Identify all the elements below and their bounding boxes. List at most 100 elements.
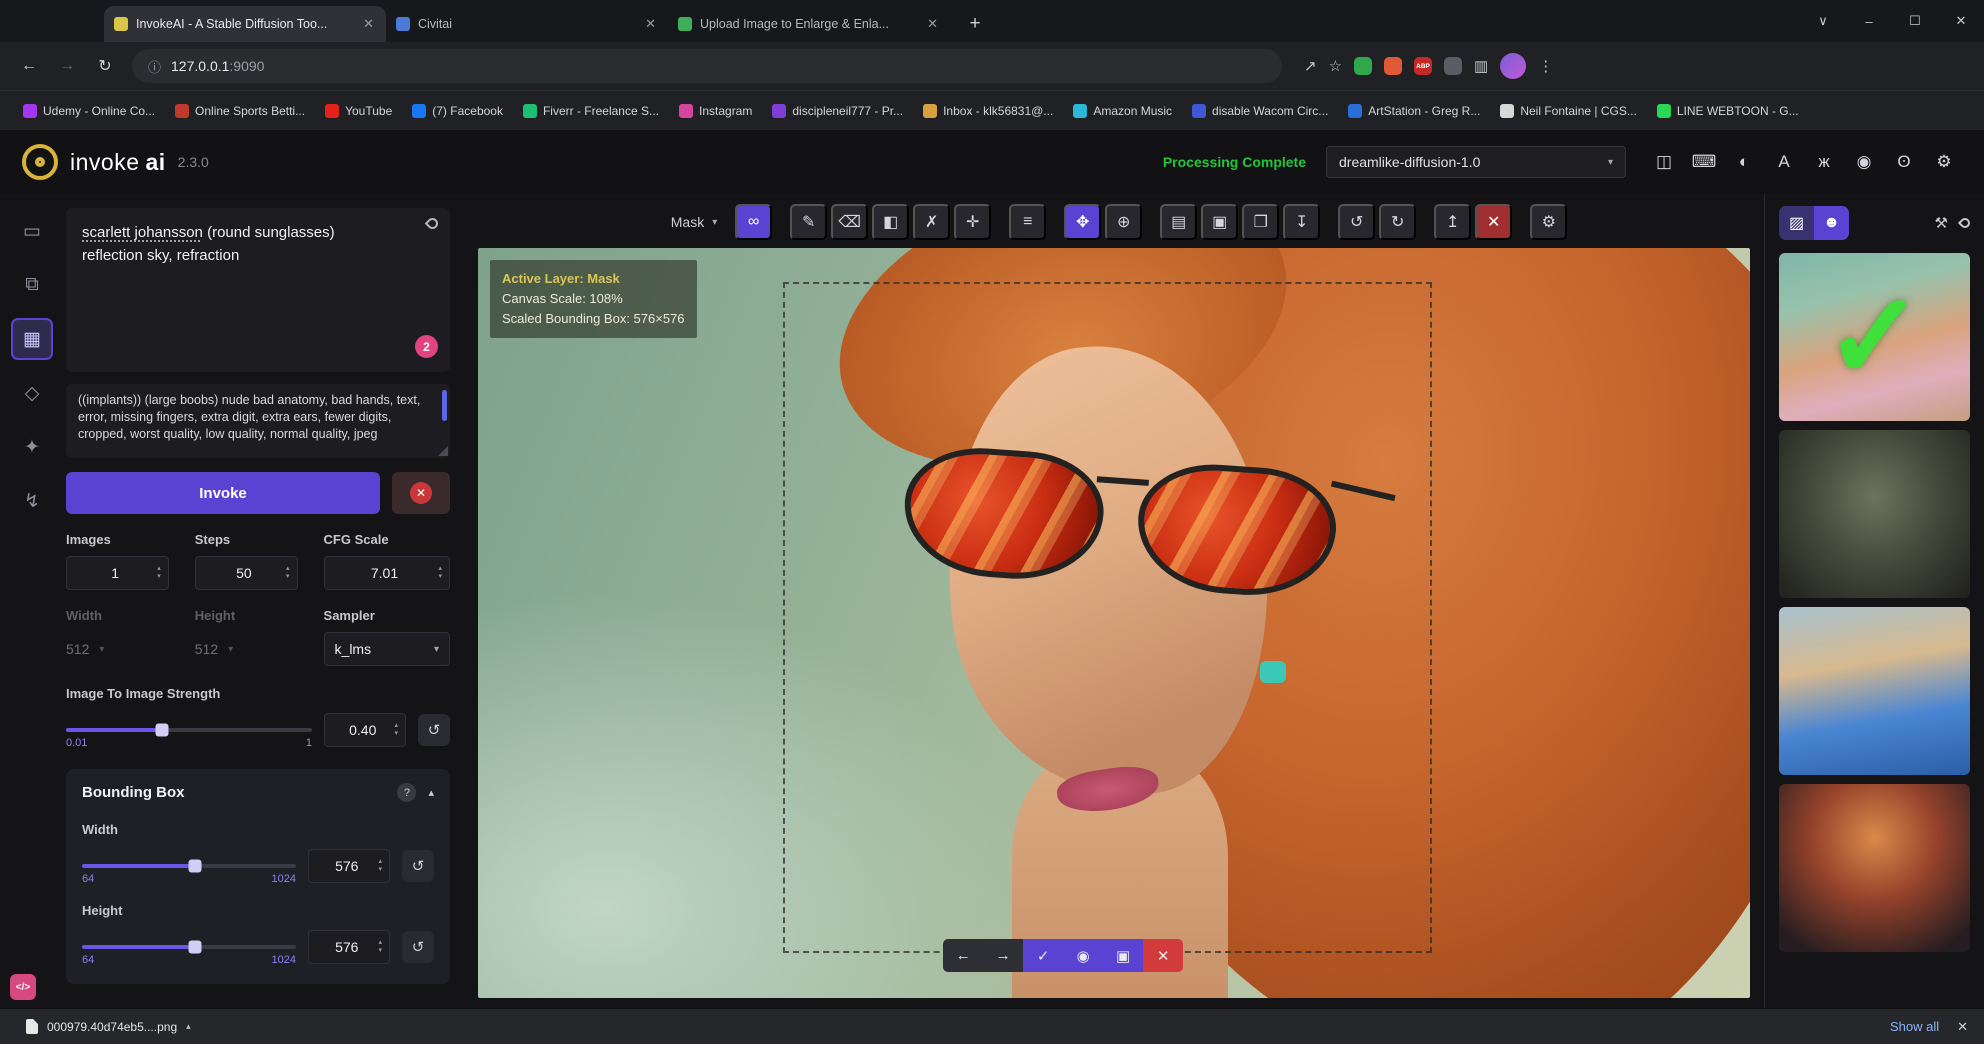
bookmark-fiverr[interactable]: Fiverr - Freelance S... — [514, 100, 668, 122]
model-manager-icon[interactable]: ◫ — [1646, 144, 1682, 180]
copy-to-clipboard-button[interactable]: ❐ — [1242, 204, 1279, 240]
stepper-arrows-icon[interactable]: ▴▾ — [286, 565, 290, 582]
bookmark-wacom[interactable]: disable Wacom Circ... — [1183, 100, 1337, 122]
gallery-thumbnail-1[interactable]: ✓ — [1779, 253, 1970, 421]
bookmark-disciple[interactable]: discipleneil777 - Pr... — [763, 100, 912, 122]
move-tool-button[interactable]: ✥ — [1064, 204, 1101, 240]
browser-tab-invokeai[interactable]: InvokeAI - A Stable Diffusion Too... ✕ — [104, 6, 386, 42]
accept-image-button[interactable]: ✓ — [1023, 939, 1063, 972]
collapse-chevron-icon[interactable]: ▴ — [428, 786, 434, 799]
bookmark-sports-betting[interactable]: Online Sports Betti... — [166, 100, 314, 122]
bookmark-facebook[interactable]: (7) Facebook — [403, 100, 512, 122]
cfg-scale-stepper[interactable]: 7.01 ▴▾ — [324, 556, 450, 590]
brush-tool-button[interactable]: ✎ — [790, 204, 827, 240]
browser-tab-upload-image[interactable]: Upload Image to Enlarge & Enla... ✕ — [668, 6, 950, 42]
tab-close-icon[interactable]: ✕ — [925, 16, 940, 32]
tab-post-processing[interactable]: ✦ — [11, 426, 53, 468]
redo-button[interactable]: ↻ — [1379, 204, 1416, 240]
clear-canvas-button[interactable]: ✕ — [1475, 204, 1512, 240]
extension-icon-orange[interactable] — [1384, 57, 1402, 75]
bookmark-webtoon[interactable]: LINE WEBTOON - G... — [1648, 100, 1808, 122]
localization-icon[interactable]: A — [1766, 144, 1802, 180]
bbox-height-slider[interactable]: 64 1024 — [82, 945, 296, 949]
console-toggle-button[interactable]: </> — [10, 974, 36, 1000]
minimize-button[interactable]: – — [1846, 0, 1892, 42]
download-image-button[interactable]: ↧ — [1283, 204, 1320, 240]
download-item[interactable]: 000979.40d74eb5....png ▴ — [16, 1015, 201, 1038]
report-bug-icon[interactable]: ж — [1806, 144, 1842, 180]
stepper-arrows-icon[interactable]: ▴▾ — [157, 565, 161, 582]
bbox-width-stepper[interactable]: 576 ▴▾ — [308, 849, 390, 883]
theme-icon[interactable]: ◐ — [1726, 144, 1762, 180]
extensions-puzzle-icon[interactable] — [1444, 57, 1462, 75]
extension-icon-green[interactable] — [1354, 57, 1372, 75]
tab-unified-canvas[interactable]: ▦ — [11, 318, 53, 360]
bookmark-artstation[interactable]: ArtStation - Greg R... — [1339, 100, 1489, 122]
bookmark-udemy[interactable]: Udemy - Online Co... — [14, 100, 164, 122]
share-icon[interactable]: ↗ — [1304, 57, 1317, 75]
upload-image-button[interactable]: ↥ — [1434, 204, 1471, 240]
i2i-strength-slider[interactable]: 0.01 1 — [66, 728, 312, 732]
show-all-downloads-link[interactable]: Show all — [1890, 1019, 1939, 1034]
tab-text-to-image[interactable]: ▭ — [11, 210, 53, 252]
prompt-input[interactable]: scarlett johansson (round sunglasses) re… — [66, 208, 450, 372]
reset-view-button[interactable]: ⊕ — [1105, 204, 1142, 240]
next-image-button[interactable]: → — [983, 939, 1023, 972]
bookmark-star-icon[interactable]: ☆ — [1329, 57, 1342, 75]
tab-close-icon[interactable]: ✕ — [361, 16, 376, 32]
bounding-box-header[interactable]: Bounding Box ? ▴ — [82, 783, 434, 802]
gallery-results-tab[interactable]: ☻ — [1814, 206, 1849, 240]
color-picker-button[interactable]: ✛ — [954, 204, 991, 240]
help-icon[interactable]: ? — [397, 783, 416, 802]
close-download-bar-icon[interactable]: ✕ — [1957, 1019, 1968, 1035]
mask-toggle-button[interactable]: ∞ — [735, 204, 772, 240]
bbox-height-reset-button[interactable]: ↺ — [402, 931, 434, 963]
settings-gear-icon[interactable]: ⚙ — [1926, 144, 1962, 180]
images-stepper[interactable]: 1 ▴▾ — [66, 556, 169, 590]
browser-menu-icon[interactable]: ⋮ — [1538, 57, 1553, 75]
eraser-tool-button[interactable]: ⌫ — [831, 204, 868, 240]
new-tab-button[interactable]: + — [960, 9, 990, 39]
steps-stepper[interactable]: 50 ▴▾ — [195, 556, 298, 590]
slider-handle[interactable] — [189, 941, 202, 954]
site-info-icon[interactable]: ⓘ — [148, 57, 161, 76]
browser-tab-civitai[interactable]: Civitai ✕ — [386, 6, 668, 42]
download-caret-icon[interactable]: ▴ — [186, 1021, 191, 1032]
sidebar-icon[interactable]: ▥ — [1474, 57, 1488, 75]
gallery-images-tab[interactable]: ▨ — [1779, 206, 1814, 240]
tab-training[interactable]: ↯ — [11, 480, 53, 522]
adblock-extension-icon[interactable]: ABP — [1414, 57, 1432, 75]
profile-avatar[interactable] — [1500, 53, 1526, 79]
scrollbar-thumb[interactable] — [442, 390, 447, 421]
bounding-box-overlay[interactable] — [783, 282, 1432, 953]
clear-mask-button[interactable]: ✗ — [913, 204, 950, 240]
i2i-reset-button[interactable]: ↺ — [418, 714, 450, 746]
fill-tool-button[interactable]: ◧ — [872, 204, 909, 240]
height-select[interactable]: 512 ▾ — [195, 632, 298, 666]
toggle-preview-button[interactable]: ◉ — [1063, 939, 1103, 972]
back-button[interactable]: ← — [12, 49, 46, 83]
hotkeys-icon[interactable]: ⌨ — [1686, 144, 1722, 180]
model-select[interactable]: dreamlike-diffusion-1.0 ▾ — [1326, 146, 1626, 178]
bookmark-inbox[interactable]: Inbox - klk56831@... — [914, 100, 1062, 122]
slider-handle[interactable] — [189, 860, 202, 873]
discard-staging-button[interactable]: ✕ — [1143, 939, 1183, 972]
github-icon[interactable]: ◉ — [1846, 144, 1882, 180]
bbox-width-slider[interactable]: 64 1024 — [82, 864, 296, 868]
bookmark-amazon-music[interactable]: Amazon Music — [1064, 100, 1181, 122]
bookmark-instagram[interactable]: Instagram — [670, 100, 761, 122]
i2i-strength-stepper[interactable]: 0.40 ▴▾ — [324, 713, 406, 747]
negative-prompt-input[interactable]: ((implants)) (large boobs) nude bad anat… — [66, 384, 450, 458]
save-staging-button[interactable]: ▣ — [1103, 939, 1143, 972]
resize-handle[interactable] — [438, 446, 448, 456]
tab-search-icon[interactable]: ∨ — [1800, 0, 1846, 42]
stepper-arrows-icon[interactable]: ▴▾ — [378, 858, 382, 875]
save-to-gallery-button[interactable]: ▣ — [1201, 204, 1238, 240]
width-select[interactable]: 512 ▾ — [66, 632, 169, 666]
previous-image-button[interactable]: ← — [943, 939, 983, 972]
reload-button[interactable]: ↻ — [88, 49, 122, 83]
tab-nodes[interactable]: ◇ — [11, 372, 53, 414]
sampler-select[interactable]: k_lms ▾ — [324, 632, 450, 666]
gallery-thumbnail-4[interactable] — [1779, 784, 1970, 952]
gallery-thumbnail-3[interactable] — [1779, 607, 1970, 775]
